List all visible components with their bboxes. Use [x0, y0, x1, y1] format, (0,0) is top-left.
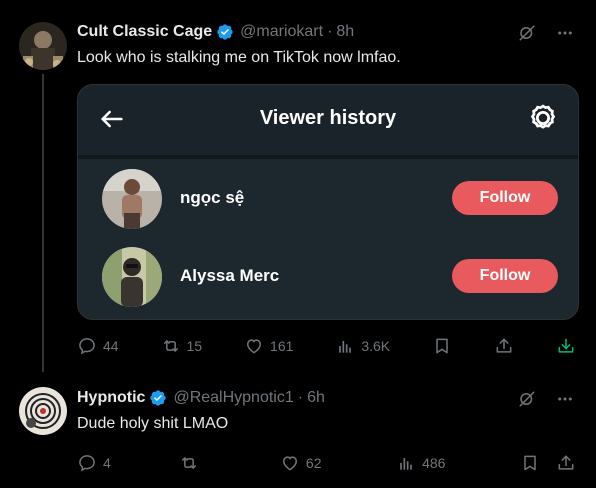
- like-button[interactable]: 161: [244, 336, 293, 356]
- settings-gear-icon: [528, 103, 558, 138]
- viewer-row: ngọc sệ Follow: [78, 169, 578, 229]
- verified-badge-icon: [149, 389, 167, 407]
- tweet-media-image[interactable]: Viewer history ngọc sệ Follow Alyssa Mer…: [77, 84, 579, 320]
- tweet-hypnotic[interactable]: Hypnotic @RealHypnotic1 · 6h Dude holy s…: [0, 372, 596, 488]
- avatar[interactable]: [19, 22, 67, 70]
- timestamp[interactable]: 6h: [307, 389, 325, 407]
- tweet-actions: 4 62 486: [77, 453, 576, 473]
- tweet-actions: 44 15 161 3.6K: [77, 336, 576, 356]
- tweet-text: Look who is stalking me on TikTok now lm…: [77, 49, 401, 66]
- tweet-text: Dude holy shit LMAO: [77, 415, 229, 432]
- viewer-name: ngọc sệ: [180, 188, 245, 207]
- timestamp[interactable]: 8h: [336, 23, 354, 41]
- bookmark-icon: [524, 455, 536, 471]
- viewer-list: ngọc sệ Follow Alyssa Merc Follow: [78, 159, 578, 319]
- share-button[interactable]: [494, 336, 514, 356]
- viewer-avatar: [102, 169, 162, 229]
- like-button[interactable]: 62: [280, 453, 322, 473]
- views-button[interactable]: 486: [396, 453, 445, 473]
- viewer-row: Alyssa Merc Follow: [78, 247, 578, 307]
- heart-icon: [282, 456, 297, 471]
- display-name[interactable]: Hypnotic: [77, 389, 145, 407]
- verified-badge-icon: [216, 23, 234, 41]
- repost-button[interactable]: [179, 453, 205, 473]
- like-count: 161: [270, 338, 294, 354]
- download-icon: [558, 338, 574, 353]
- tweet-cult-classic-cage[interactable]: Cult Classic Cage @mariokart · 8h Look w…: [0, 0, 596, 372]
- view-count: 3.6K: [361, 338, 391, 354]
- views-button[interactable]: 3.6K: [335, 336, 390, 356]
- tweet-header: Hypnotic @RealHypnotic1 · 6h: [77, 388, 325, 408]
- separator-dot: ·: [297, 389, 304, 406]
- view-count: 486: [422, 455, 446, 471]
- repost-icon: [163, 340, 178, 352]
- reply-icon: [79, 455, 95, 472]
- reply-icon: [79, 338, 95, 355]
- bookmark-button[interactable]: [520, 453, 540, 473]
- views-chart-icon: [339, 341, 352, 353]
- thread-connector-line: [42, 74, 44, 372]
- like-count: 62: [305, 455, 322, 471]
- repost-count: 15: [186, 338, 203, 354]
- share-icon: [496, 338, 512, 353]
- more-options-icon[interactable]: [556, 390, 574, 408]
- display-name[interactable]: Cult Classic Cage: [77, 23, 212, 41]
- bookmark-icon: [436, 338, 448, 354]
- views-chart-icon: [400, 458, 412, 470]
- tweet-header: Cult Classic Cage @mariokart · 8h: [77, 22, 354, 42]
- viewer-avatar: [102, 247, 162, 307]
- repost-icon: [182, 457, 197, 469]
- separator-dot: ·: [327, 23, 333, 40]
- tweet-corner-icons: [518, 390, 574, 408]
- share-button[interactable]: [556, 453, 576, 473]
- bookmark-share-group: [520, 453, 576, 473]
- grok-icon[interactable]: [518, 24, 536, 42]
- avatar[interactable]: [19, 387, 67, 435]
- user-handle[interactable]: @RealHypnotic1: [173, 389, 293, 407]
- reply-button[interactable]: 44: [77, 336, 119, 356]
- follow-button: Follow: [452, 259, 558, 293]
- repost-button[interactable]: 15: [161, 336, 203, 356]
- share-icon: [558, 455, 574, 470]
- viewer-history-title: Viewer history: [259, 107, 397, 129]
- more-options-icon[interactable]: [556, 24, 574, 42]
- reply-count: 44: [103, 338, 119, 354]
- bookmark-button[interactable]: [432, 336, 452, 356]
- heart-icon: [247, 339, 262, 354]
- download-button[interactable]: [556, 336, 576, 356]
- grok-icon[interactable]: [518, 390, 536, 408]
- reply-count: 4: [103, 455, 111, 471]
- tweet-corner-icons: [518, 24, 574, 42]
- follow-button: Follow: [452, 181, 558, 215]
- reply-button[interactable]: 4: [77, 453, 111, 473]
- viewer-history-header: Viewer history: [78, 85, 578, 155]
- viewer-name: Alyssa Merc: [180, 266, 280, 285]
- user-handle[interactable]: @mariokart: [240, 23, 323, 41]
